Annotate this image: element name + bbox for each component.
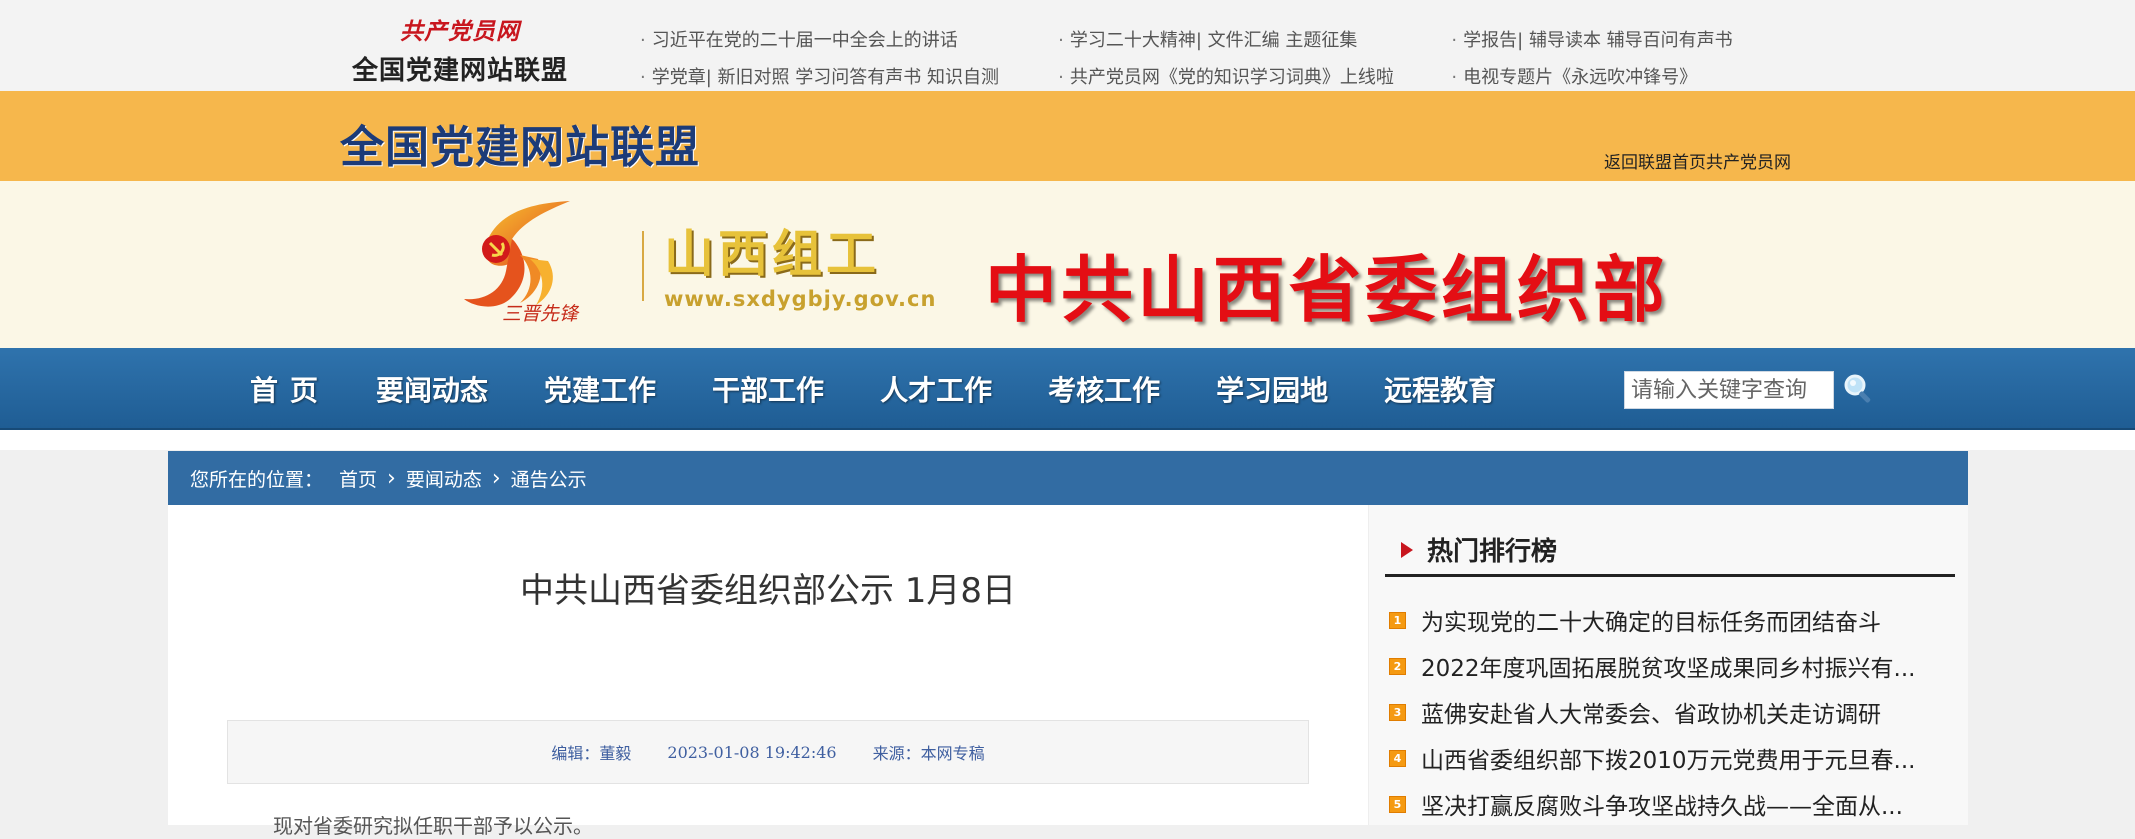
breadcrumb-label: 您所在的位置： bbox=[190, 468, 324, 491]
alliance-logo[interactable]: 共产党员网 全国党建网站联盟 bbox=[345, 12, 575, 87]
nav-item-learning[interactable]: 学习园地 bbox=[1216, 369, 1328, 409]
top-link[interactable]: 学报告| 辅导读本 辅导百问有声书 bbox=[1451, 26, 1770, 52]
nav-item-assessment[interactable]: 考核工作 bbox=[1048, 369, 1160, 409]
article-editor: 编辑：董毅 bbox=[551, 744, 632, 763]
hot-item-title[interactable]: 为实现党的二十大确定的目标任务而团结奋斗 bbox=[1421, 603, 1931, 637]
alliance-title: 全国党建网站联盟 bbox=[340, 122, 700, 173]
triangle-marker-icon bbox=[1401, 541, 1413, 558]
alliance-logo-sub: 共产党员网 bbox=[400, 18, 520, 45]
hot-list-item[interactable]: 4 山西省委组织部下拨2010万元党费用于元旦春... bbox=[1389, 735, 1949, 781]
search-button[interactable] bbox=[1842, 372, 1876, 406]
top-link[interactable]: 习近平在党的二十届一中全会上的讲话 bbox=[640, 26, 1058, 52]
alliance-band: 全国党建网站联盟 返回联盟首页共产党员网 bbox=[0, 91, 2135, 181]
hot-list-item[interactable]: 2 2022年度巩固拓展脱贫攻坚成果同乡村振兴有... bbox=[1389, 643, 1949, 689]
main-nav: 首页 要闻动态 党建工作 干部工作 人才工作 考核工作 学习园地 远程教育 bbox=[0, 348, 2135, 430]
nav-gap bbox=[0, 430, 2135, 450]
article-paragraph: 现对省委研究拟任职干部予以公示。 bbox=[273, 814, 593, 838]
top-links: 习近平在党的二十届一中全会上的讲话 学习二十大精神| 文件汇编 主题征集 学报告… bbox=[640, 20, 1770, 94]
hot-list-item[interactable]: 3 蓝佛安赴省人大常委会、省政协机关走访调研 bbox=[1389, 689, 1949, 735]
hot-item-title[interactable]: 山西省委组织部下拨2010万元党费用于元旦春... bbox=[1421, 741, 1931, 775]
alliance-topbar: 共产党员网 全国党建网站联盟 习近平在党的二十届一中全会上的讲话 学习二十大精神… bbox=[0, 0, 2135, 91]
brand-block: 山西组工 www.sxdygbjy.gov.cn bbox=[664, 224, 937, 312]
top-link[interactable]: 学党章| 新旧对照 学习问答有声书 知识自测 bbox=[640, 63, 1058, 89]
rank-badge: 4 bbox=[1389, 749, 1406, 767]
emblem-logo[interactable]: 三晋先锋 bbox=[450, 199, 590, 331]
breadcrumb-home[interactable]: 首页 bbox=[339, 465, 377, 492]
breadcrumb-news[interactable]: 要闻动态 bbox=[406, 465, 482, 492]
article-datetime: 2023-01-08 19:42:46 bbox=[667, 742, 837, 762]
nav-item-talent-work[interactable]: 人才工作 bbox=[880, 369, 992, 409]
brand-name: 山西组工 bbox=[664, 224, 880, 283]
hot-item-title[interactable]: 2022年度巩固拓展脱贫攻坚成果同乡村振兴有... bbox=[1421, 649, 1931, 683]
rank-badge: 3 bbox=[1389, 703, 1406, 721]
hot-ranking-title: 热门排行榜 bbox=[1427, 537, 1558, 567]
top-link[interactable]: 电视专题片《永远吹冲锋号》 bbox=[1451, 63, 1770, 89]
breadcrumb: 您所在的位置： 首页 › 要闻动态 › 通告公示 bbox=[168, 451, 1968, 505]
content-wrapper: 您所在的位置： 首页 › 要闻动态 › 通告公示 中共山西省委组织部公示 1月8… bbox=[168, 451, 1968, 838]
top-link[interactable]: 学习二十大精神| 文件汇编 主题征集 bbox=[1058, 26, 1451, 52]
article-source: 来源：本网专稿 bbox=[872, 744, 985, 763]
emblem-caption: 三晋先锋 bbox=[502, 303, 579, 325]
nav-item-cadre-work[interactable]: 干部工作 bbox=[712, 369, 824, 409]
rank-badge: 1 bbox=[1389, 611, 1406, 629]
brand-url: www.sxdygbjy.gov.cn bbox=[664, 287, 937, 311]
banner-divider bbox=[642, 231, 644, 301]
top-links-row: 学党章| 新旧对照 学习问答有声书 知识自测 共产党员网《党的知识学习词典》上线… bbox=[640, 57, 1770, 94]
hot-list-item[interactable]: 1 为实现党的二十大确定的目标任务而团结奋斗 bbox=[1389, 597, 1949, 643]
hot-list-item[interactable]: 5 坚决打赢反腐败斗争攻坚战持久战——全面从... bbox=[1389, 781, 1949, 825]
nav-item-party-building[interactable]: 党建工作 bbox=[544, 369, 656, 409]
top-links-row: 习近平在党的二十届一中全会上的讲话 学习二十大精神| 文件汇编 主题征集 学报告… bbox=[640, 20, 1770, 57]
breadcrumb-notices[interactable]: 通告公示 bbox=[511, 465, 587, 492]
nav-item-remote-education[interactable]: 远程教育 bbox=[1384, 369, 1496, 409]
breadcrumb-separator-icon: › bbox=[491, 465, 501, 491]
hot-item-title[interactable]: 蓝佛安赴省人大常委会、省政协机关走访调研 bbox=[1421, 695, 1931, 729]
article: 中共山西省委组织部公示 1月8日 编辑：董毅 2023-01-08 19:42:… bbox=[168, 505, 1368, 838]
back-to-alliance-link[interactable]: 返回联盟首页共产党员网 bbox=[1604, 148, 1791, 173]
alliance-logo-main: 全国党建网站联盟 bbox=[351, 56, 568, 86]
hot-item-title[interactable]: 坚决打赢反腐败斗争攻坚战持久战——全面从... bbox=[1421, 787, 1931, 821]
organization-name: 中共山西省委组织部 bbox=[985, 248, 1670, 332]
flame-emblem-icon bbox=[464, 201, 570, 307]
top-link[interactable]: 共产党员网《党的知识学习词典》上线啦 bbox=[1058, 63, 1451, 89]
article-title: 中共山西省委组织部公示 1月8日 bbox=[519, 571, 1017, 611]
hot-ranking-sidebar: 热门排行榜 1 为实现党的二十大确定的目标任务而团结奋斗 2 2022年度巩固拓… bbox=[1368, 505, 1968, 825]
site-banner: 三晋先锋 山西组工 www.sxdygbjy.gov.cn 中共山西省委组织部 bbox=[0, 181, 2135, 348]
rank-badge: 2 bbox=[1389, 657, 1406, 675]
rank-badge: 5 bbox=[1389, 795, 1406, 813]
search-input[interactable] bbox=[1624, 371, 1834, 409]
content-row: 中共山西省委组织部公示 1月8日 编辑：董毅 2023-01-08 19:42:… bbox=[168, 505, 1968, 838]
hot-ranking-list: 1 为实现党的二十大确定的目标任务而团结奋斗 2 2022年度巩固拓展脱贫攻坚成… bbox=[1389, 597, 1949, 825]
hot-ranking-header: 热门排行榜 bbox=[1385, 525, 1955, 577]
magnifier-icon bbox=[1844, 374, 1871, 403]
breadcrumb-separator-icon: › bbox=[387, 465, 396, 491]
nav-item-news[interactable]: 要闻动态 bbox=[376, 369, 488, 409]
nav-item-home[interactable]: 首页 bbox=[250, 369, 330, 409]
article-meta: 编辑：董毅 2023-01-08 19:42:46 来源：本网专稿 bbox=[227, 720, 1309, 784]
